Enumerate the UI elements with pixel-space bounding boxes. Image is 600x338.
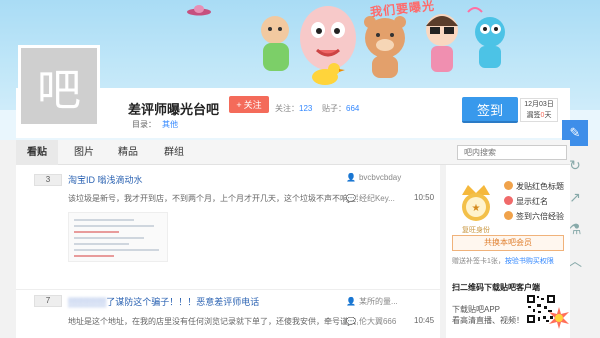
signin-button[interactable]: 签到 <box>462 97 518 123</box>
forum-title: 差评师曝光台吧 <box>128 102 220 117</box>
plus-icon: + <box>236 99 242 110</box>
tab-posts[interactable]: 看贴 <box>16 140 58 165</box>
thread-title-link[interactable]: 淘宝ID 嗡浅滴动水 <box>68 173 143 186</box>
thread-excerpt: 地址是这个地址，在我的店里没有任何浏览记录就下单了，还傻我安供，牵号谨慎，… <box>68 317 358 326</box>
thumb-line <box>74 231 119 233</box>
thread-time: 10:45 <box>414 316 435 325</box>
follow-button[interactable]: + 关注 <box>229 96 269 113</box>
thread-excerpt: 该垃圾是新号，我才开到店，不到两个月，上个月才开几天，这个垃圾不声不响在我… <box>68 194 358 203</box>
user-icon: 👤 <box>346 297 356 306</box>
follow-count-label: 关注： <box>275 104 299 113</box>
blurred-text: ▒▒▒▒▒▒ <box>68 297 107 307</box>
privilege-item: 发贴红色标题 <box>504 181 564 192</box>
member-aside: ★ 复旺身份 发贴红色标题 显示红名 签到六倍经验 共换本吧会员 赠送补签卡1张… <box>446 165 570 338</box>
thread-author-name: bvcbvcbday <box>358 173 402 182</box>
last-reply-author-name: 经纪Key... <box>358 194 395 203</box>
thumb-line <box>74 249 159 251</box>
thumb-line <box>74 219 134 221</box>
follow-count-stat: 关注：123 <box>275 103 312 114</box>
last-reply-author[interactable]: 💬 伦大翼666 <box>346 316 396 327</box>
user-icon: 👤 <box>346 173 356 182</box>
posts-count-label: 贴子： <box>322 104 346 113</box>
svg-text:★: ★ <box>472 203 481 214</box>
become-member-button[interactable]: 共换本吧会员 <box>452 235 564 251</box>
forum-avatar: 吧 <box>18 45 100 127</box>
forum-nav: 看贴 图片 精品 群组 <box>16 140 570 165</box>
thread-item[interactable]: 3 淘宝ID 嗡浅滴动水 👤 bvcbvcbday 该垃圾是新号，我才开到店，不到… <box>16 165 440 290</box>
thumb-line <box>74 225 154 227</box>
thread-author[interactable]: 👤 bvcbvcbday <box>346 173 401 182</box>
vip-label: 复旺身份 <box>462 227 490 234</box>
thread-item[interactable]: 7 ▒▒▒▒▒▒了谋防这个骗子！！！恶意差评师电话 👤 某所的量... 地址是这个… <box>16 290 440 338</box>
privilege-item: 显示红名 <box>504 196 548 207</box>
red-name-icon <box>504 196 513 205</box>
qr-caption-1: 下载贴吧APP <box>452 305 501 314</box>
qr-caption-2: 看高清直播、视频！ <box>452 316 524 325</box>
forum-catalog: 目录： 其他 <box>132 119 178 130</box>
thread-list: 3 淘宝ID 嗡浅滴动水 👤 bvcbvcbday 该垃圾是新号，我才开到店，不到… <box>16 165 440 338</box>
reply-count-badge: 3 <box>34 174 62 186</box>
signin-date: 12月03日 <box>524 101 554 108</box>
signin-date-box: 12月03日 漏签0天 <box>520 98 558 122</box>
posts-count-stat: 贴子：664 <box>322 103 359 114</box>
last-reply-author-name: 伦大翼666 <box>358 317 397 326</box>
follow-count-value: 123 <box>299 104 313 113</box>
avatar-glyph: 吧 <box>37 65 81 116</box>
signin-status: 漏签0天 <box>521 110 557 121</box>
thread-title-text: 了谋防这个骗子！！！恶意差评师电话 <box>106 297 260 307</box>
privilege-item: 签到六倍经验 <box>504 211 564 222</box>
red-title-icon <box>504 181 513 190</box>
tab-featured[interactable]: 精品 <box>106 140 150 165</box>
member-note: 赠送补签卡1张，按验书购买权限 <box>452 256 554 266</box>
catalog-label: 目录： <box>132 120 156 129</box>
thumb-line <box>74 237 144 239</box>
reply-count-badge: 7 <box>34 295 62 307</box>
signin-status-prefix: 漏签 <box>526 112 541 119</box>
signin-status-suffix: 天 <box>544 112 552 119</box>
thumb-line <box>74 255 114 257</box>
cartoon-characters-illustration <box>261 6 505 85</box>
reply-icon: 💬 <box>346 194 356 203</box>
privilege-text: 显示红名 <box>516 197 548 206</box>
tab-images[interactable]: 图片 <box>64 140 104 165</box>
thumb-line <box>74 243 129 245</box>
thread-author-name: 某所的量... <box>358 297 398 306</box>
member-note-link[interactable]: 按验书购买权限 <box>505 258 554 265</box>
crown-badge-icon: ★ <box>462 185 490 221</box>
qr-title: 扫二维码下载贴吧客户端 <box>452 283 540 292</box>
forum-search-input[interactable] <box>457 145 567 160</box>
privilege-text: 发贴红色标题 <box>516 182 564 191</box>
thread-author[interactable]: 👤 某所的量... <box>346 296 398 307</box>
privilege-text: 签到六倍经验 <box>516 212 564 221</box>
member-note-text: 赠送补签卡1张， <box>452 258 505 265</box>
exp-boost-icon <box>504 211 513 220</box>
thread-time: 10:50 <box>414 193 435 202</box>
thread-thumbnail-image[interactable] <box>68 212 168 262</box>
reply-icon: 💬 <box>346 317 356 326</box>
tab-groups[interactable]: 群组 <box>152 140 196 165</box>
ufo-icon <box>187 5 211 16</box>
last-reply-author[interactable]: 💬 经纪Key... <box>346 193 395 204</box>
new-burst-icon <box>549 307 569 329</box>
thread-title-link[interactable]: ▒▒▒▒▒▒了谋防这个骗子！！！恶意差评师电话 <box>68 295 259 308</box>
posts-count-value: 664 <box>346 104 360 113</box>
follow-button-label: 关注 <box>243 100 262 110</box>
catalog-link[interactable]: 其他 <box>162 120 178 129</box>
